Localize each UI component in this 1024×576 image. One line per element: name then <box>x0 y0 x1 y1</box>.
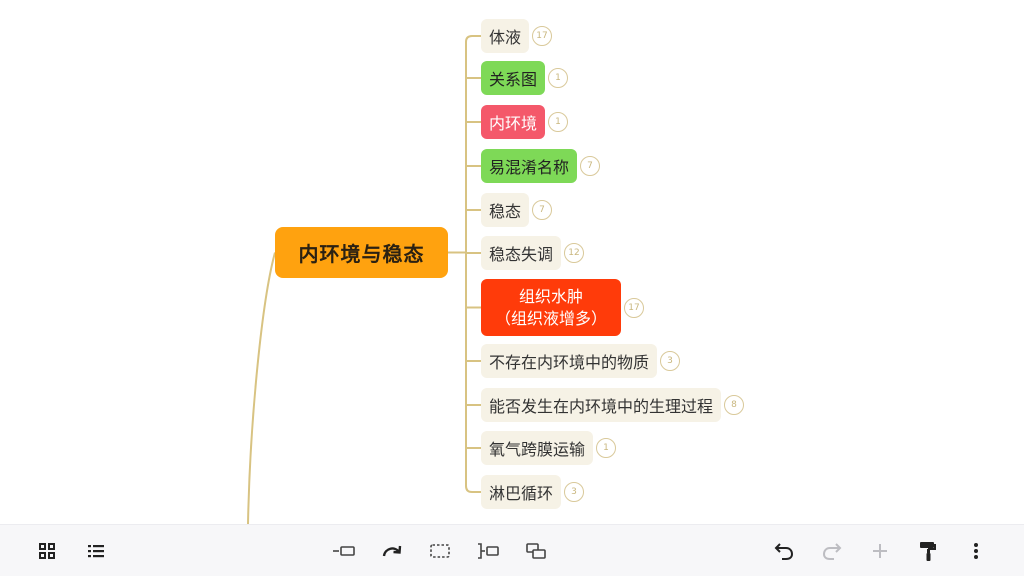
branch-line <box>465 35 481 43</box>
topic-physiological-processes[interactable]: 能否发生在内环境中的生理过程 <box>481 388 722 422</box>
grid-view-icon[interactable] <box>35 539 59 563</box>
topic-label: 氧气跨膜运输 <box>489 440 586 459</box>
topic-count-badge[interactable]: 12 <box>564 243 584 263</box>
bottom-toolbar <box>0 524 1024 576</box>
topic-label: 不存在内环境中的物质 <box>489 353 650 372</box>
parent-connector <box>247 252 276 524</box>
topic-label: 能否发生在内环境中的生理过程 <box>489 397 714 416</box>
topic-label-line2: （组织液增多） <box>495 308 608 328</box>
topic-confusing-names[interactable]: 易混淆名称 <box>481 149 578 183</box>
topic-count-badge[interactable]: 7 <box>532 200 552 220</box>
topic-label: 体液 <box>489 28 522 47</box>
redo-arc-icon[interactable] <box>380 539 404 563</box>
topic-count-badge[interactable]: 17 <box>624 297 644 318</box>
branch-line <box>465 485 481 493</box>
topic-homeostasis[interactable]: 稳态 <box>481 193 530 227</box>
topic-lymph-circulation[interactable]: 淋巴循环 <box>481 475 562 509</box>
topic-homeostasis-imbalance[interactable]: 稳态失调 <box>481 236 562 270</box>
insert-sibling-topic-icon[interactable] <box>332 539 356 563</box>
topic-body-fluid[interactable]: 体液 <box>481 19 530 53</box>
outline-list-icon[interactable] <box>84 539 108 563</box>
more-vertical-icon[interactable] <box>964 539 988 563</box>
topic-tissue-edema[interactable]: 组织水肿 （组织液增多） <box>481 279 622 336</box>
central-topic-label: 内环境与稳态 <box>298 242 425 266</box>
topic-count-badge[interactable]: 3 <box>660 351 680 371</box>
topic-label: 内环境 <box>489 114 538 133</box>
topic-oxygen-transport[interactable]: 氧气跨膜运输 <box>481 431 594 465</box>
mind-map-canvas[interactable]: 内环境与稳态 体液 17 关系图 1 内环境 1 易混淆名称 7 稳态 7 稳态… <box>0 0 1024 524</box>
insert-parent-topic-icon[interactable] <box>524 539 548 563</box>
topic-internal-environment[interactable]: 内环境 <box>481 105 546 139</box>
topic-label: 稳态失调 <box>489 245 554 264</box>
topic-count-badge[interactable]: 17 <box>532 26 552 46</box>
topic-substances-not-in-environment[interactable]: 不存在内环境中的物质 <box>481 344 658 378</box>
topic-label: 易混淆名称 <box>489 158 570 177</box>
topic-label: 淋巴循环 <box>489 484 554 503</box>
topic-count-badge[interactable]: 1 <box>548 112 568 132</box>
insert-child-topic-icon[interactable] <box>476 539 500 563</box>
add-icon[interactable] <box>868 539 892 563</box>
topic-count-badge[interactable]: 1 <box>548 68 568 88</box>
redo-icon[interactable] <box>820 539 844 563</box>
topic-relationship-diagram[interactable]: 关系图 <box>481 61 546 95</box>
undo-icon[interactable] <box>772 539 796 563</box>
format-painter-icon[interactable] <box>916 539 940 563</box>
topic-count-badge[interactable]: 3 <box>564 482 584 502</box>
topic-label-line1: 组织水肿 <box>519 286 584 306</box>
select-box-icon[interactable] <box>428 539 452 563</box>
topic-count-badge[interactable]: 8 <box>724 395 744 415</box>
topic-count-badge[interactable]: 1 <box>596 438 616 458</box>
topic-label: 稳态 <box>489 202 522 221</box>
topic-label: 关系图 <box>489 70 538 89</box>
topic-count-badge[interactable]: 7 <box>580 156 600 176</box>
central-topic[interactable]: 内环境与稳态 <box>275 227 448 278</box>
